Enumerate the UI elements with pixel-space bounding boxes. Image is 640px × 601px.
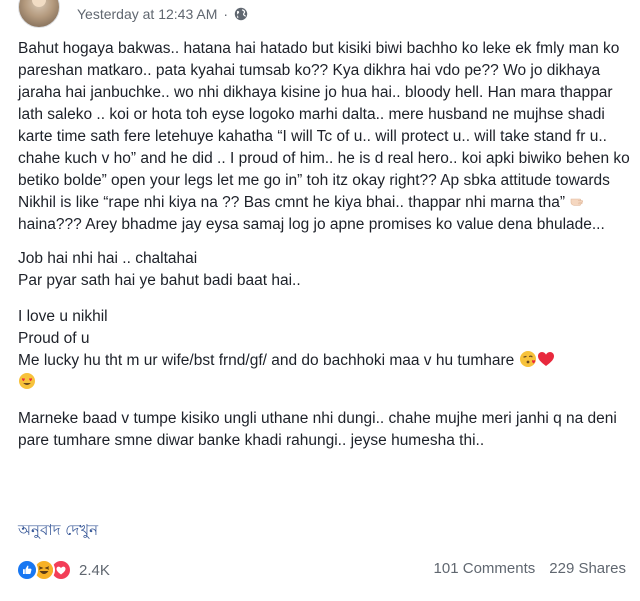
paragraph-line: Par pyar sath hai ye bahut badi baat hai… — [18, 272, 301, 289]
post-paragraph-1: Bahut hogaya bakwas.. hatana hai hatado … — [18, 38, 630, 236]
paragraph-text-end: haina??? Arey bhadme jay eysa samaj log … — [18, 216, 605, 233]
reaction-count[interactable]: 2.4K — [79, 562, 110, 579]
avatar[interactable] — [18, 0, 60, 28]
post-meta: Yesterday at 12:43 AM · — [77, 6, 248, 22]
reactions-summary[interactable]: 2.4K — [16, 559, 110, 581]
paragraph-line: Job hai nhi hai .. chaltahai — [18, 250, 198, 267]
post-paragraph-3: I love u nikhil Proud of u Me lucky hu t… — [18, 306, 630, 394]
red-heart-icon — [537, 350, 555, 368]
post-header: Yesterday at 12:43 AM · — [0, 0, 640, 30]
globe-icon[interactable] — [234, 7, 248, 21]
paragraph-line: Me lucky hu tht m ur wife/bst frnd/gf/ a… — [18, 352, 515, 369]
face-blowing-kiss-icon — [519, 350, 537, 368]
paragraph-line: Proud of u — [18, 330, 90, 347]
post-timestamp[interactable]: Yesterday at 12:43 AM — [77, 6, 217, 22]
avatar-face — [32, 0, 46, 7]
like-reaction-icon — [16, 559, 38, 581]
paragraph-text: Marneke baad v tumpe kisiko ungli uthane… — [18, 410, 617, 449]
comments-count-link[interactable]: 101 Comments — [434, 560, 536, 577]
see-translation-link[interactable]: অনুবাদ দেখুন — [18, 519, 98, 544]
post-body: Bahut hogaya bakwas.. hatana hai hatado … — [18, 38, 630, 464]
pointing-hand-icon — [569, 192, 587, 210]
post-paragraph-4: Marneke baad v tumpe kisiko ungli uthane… — [18, 408, 630, 452]
shares-count-link[interactable]: 229 Shares — [549, 560, 626, 577]
meta-separator: · — [223, 6, 229, 22]
post-paragraph-2: Job hai nhi hai .. chaltahai Par pyar sa… — [18, 248, 630, 292]
paragraph-text: Bahut hogaya bakwas.. hatana hai hatado … — [18, 40, 630, 211]
post-stats: 101 Comments 229 Shares — [434, 560, 626, 577]
paragraph-line: I love u nikhil — [18, 308, 108, 325]
facebook-post: Yesterday at 12:43 AM · Bahut hogaya bak… — [0, 0, 640, 601]
heart-eyes-face-icon — [18, 372, 36, 390]
